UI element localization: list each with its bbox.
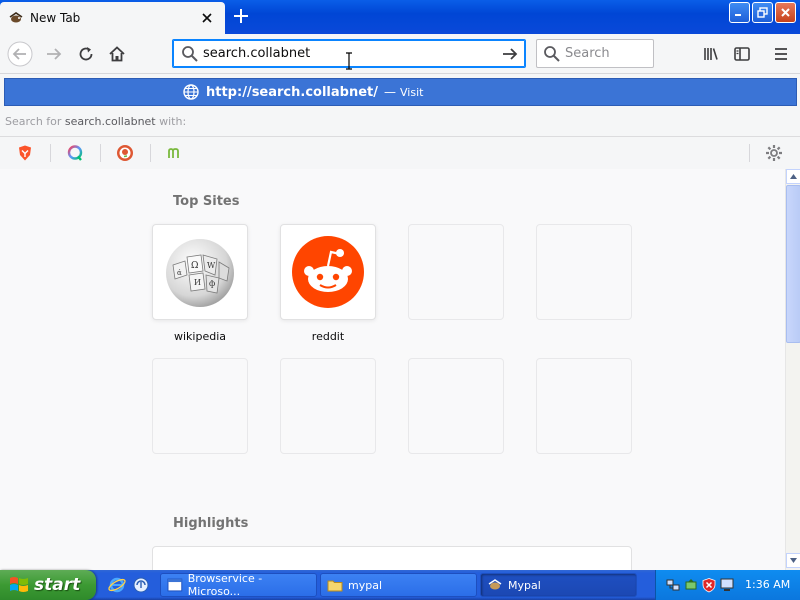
svg-text:ά: ά xyxy=(177,269,182,277)
top-site-label: reddit xyxy=(311,330,345,343)
top-site-tile-empty[interactable] xyxy=(280,358,376,454)
search-icon xyxy=(544,45,560,62)
mojeek-icon[interactable] xyxy=(165,143,185,163)
search-term: search.collabnet xyxy=(64,115,156,128)
search-for-prefix: Search for xyxy=(5,115,62,128)
go-arrow-icon[interactable] xyxy=(497,41,523,67)
search-input[interactable] xyxy=(565,46,645,61)
network-tray-icon[interactable] xyxy=(665,577,681,593)
windows-logo-icon xyxy=(10,577,28,592)
window-app-icon xyxy=(167,578,183,592)
reddit-alien-icon xyxy=(292,236,364,308)
brave-icon[interactable] xyxy=(15,143,35,163)
globe-icon xyxy=(183,84,199,100)
scroll-up-arrow-icon[interactable] xyxy=(786,169,800,184)
top-site-tile-empty[interactable] xyxy=(536,224,632,320)
visit-url-suffix: / xyxy=(373,84,378,100)
tab-title: New Tab xyxy=(30,11,81,25)
minimize-icon[interactable] xyxy=(729,2,750,23)
mypal-app-icon xyxy=(488,579,502,590)
autocomplete-visit-row[interactable]: http://search.collabnet/ — Visit xyxy=(4,78,797,106)
svg-text:ф: ф xyxy=(209,279,215,288)
mypal-favicon-icon xyxy=(9,12,23,23)
scrollbar-thumb[interactable] xyxy=(786,185,800,343)
url-autocomplete-popup: http://search.collabnet/ — Visit Search … xyxy=(0,74,800,169)
qwant-icon[interactable] xyxy=(65,143,85,163)
browser-titlebar: New Tab xyxy=(0,0,800,34)
clock: 1:36 AM xyxy=(745,578,791,591)
tab-close-icon[interactable] xyxy=(195,6,219,30)
close-window-icon[interactable] xyxy=(775,2,796,23)
engine-divider xyxy=(150,144,151,162)
tab-new-tab[interactable]: New Tab xyxy=(0,2,225,34)
visit-url-domain: search.collabnet xyxy=(251,84,374,100)
engine-divider xyxy=(50,144,51,162)
search-icon xyxy=(182,45,198,62)
taskbar-item-label: mypal xyxy=(348,578,383,592)
security-shield-icon[interactable] xyxy=(701,577,717,593)
new-tab-plus-icon[interactable] xyxy=(229,4,253,28)
outlook-express-icon[interactable] xyxy=(132,576,150,594)
visit-url-prefix: http:// xyxy=(206,84,252,100)
visit-action-label: Visit xyxy=(400,85,424,99)
restore-icon[interactable] xyxy=(752,2,773,23)
taskbar-item-label: Browservice - Microso... xyxy=(187,572,263,598)
search-bar[interactable] xyxy=(536,39,654,68)
duckduckgo-icon[interactable] xyxy=(115,143,135,163)
start-button[interactable]: start xyxy=(0,570,96,600)
engine-divider xyxy=(749,144,750,162)
visit-url: http://search.collabnet/ xyxy=(206,85,378,100)
svg-text:И: И xyxy=(194,278,201,287)
sidebar-toggle-icon[interactable] xyxy=(728,40,756,68)
navigation-toolbar xyxy=(0,34,800,74)
reload-icon[interactable] xyxy=(72,40,100,68)
top-sites-title: Top Sites xyxy=(173,194,240,209)
taskbar-item-mypal-browser[interactable]: Mypal xyxy=(480,573,637,597)
folder-icon xyxy=(327,580,343,592)
taskbar-item-browservice[interactable]: Browservice - Microso... xyxy=(160,572,317,598)
system-tray: 1:36 AM xyxy=(655,570,800,600)
top-site-tile-empty[interactable] xyxy=(408,358,504,454)
library-icon[interactable] xyxy=(697,40,725,68)
display-tray-icon[interactable] xyxy=(719,577,735,593)
top-site-tile-empty[interactable] xyxy=(408,224,504,320)
back-arrow-icon[interactable] xyxy=(6,40,34,68)
taskbar-item-label: Mypal xyxy=(508,578,541,592)
engine-divider xyxy=(100,144,101,162)
gear-icon[interactable] xyxy=(764,143,784,163)
visit-separator: — xyxy=(384,85,396,99)
windows-taskbar: start Browservice - Microso... mypal Myp… xyxy=(0,570,800,600)
svg-text:W: W xyxy=(207,261,216,270)
one-off-search-header: Search for search.collabnet with: xyxy=(5,115,186,128)
search-for-suffix: with: xyxy=(159,115,187,128)
scroll-down-arrow-icon[interactable] xyxy=(786,553,800,568)
top-site-label: wikipedia xyxy=(173,330,226,343)
highlights-title: Highlights xyxy=(173,516,249,531)
window-controls xyxy=(729,2,796,23)
taskbar-item-mypal-folder[interactable]: mypal xyxy=(320,573,477,597)
wikipedia-globe-icon: Ω W И ф ά xyxy=(166,239,234,307)
home-icon[interactable] xyxy=(103,40,131,68)
forward-arrow-icon[interactable] xyxy=(40,40,68,68)
new-tab-page: Top Sites Ω W И ф ά wikipedia reddit Hig… xyxy=(0,169,785,570)
safely-remove-hardware-icon[interactable] xyxy=(683,577,699,593)
top-site-tile-empty[interactable] xyxy=(152,358,248,454)
start-label: start xyxy=(34,575,81,595)
top-site-tile-wikipedia[interactable]: Ω W И ф ά xyxy=(152,224,248,320)
top-site-tile-reddit[interactable] xyxy=(280,224,376,320)
hamburger-menu-icon[interactable] xyxy=(767,40,795,68)
top-site-tile-empty[interactable] xyxy=(536,358,632,454)
text-cursor-icon xyxy=(346,52,352,70)
vertical-scrollbar[interactable] xyxy=(785,169,800,570)
internet-explorer-icon[interactable] xyxy=(108,576,126,594)
highlight-card[interactable] xyxy=(152,546,632,570)
svg-text:Ω: Ω xyxy=(191,261,198,271)
one-off-search-engines xyxy=(0,136,800,168)
